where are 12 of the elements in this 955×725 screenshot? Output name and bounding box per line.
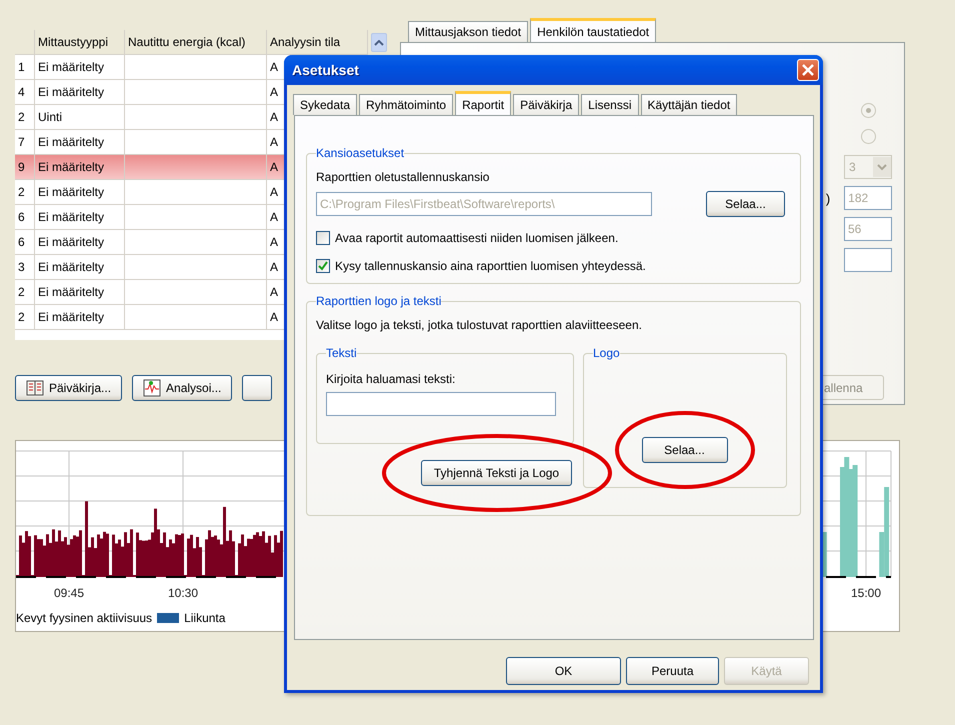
- table-cell: 2: [15, 305, 35, 330]
- legend-label: Kevyt fyysinen aktiivisuus: [16, 611, 152, 625]
- group-title: Logo: [593, 346, 620, 360]
- table-cell: Ei määritelty: [35, 305, 125, 330]
- window-title: Asetukset: [292, 62, 359, 78]
- group-title: Teksti: [326, 346, 357, 360]
- axis-label: 09:45: [54, 586, 84, 600]
- axis-label: 10:30: [168, 586, 198, 600]
- field-label: Kirjoita haluamasi teksti:: [326, 372, 456, 386]
- axis-label: 15:00: [850, 586, 882, 600]
- parenthesis: ): [826, 190, 830, 206]
- legend-label: Liikunta: [184, 611, 226, 625]
